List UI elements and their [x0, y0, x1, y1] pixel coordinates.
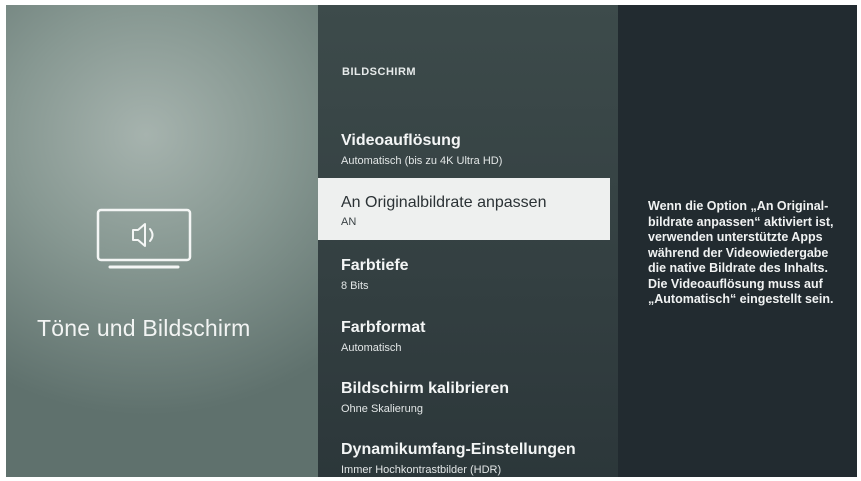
menu-header: BILDSCHIRM — [342, 66, 417, 78]
menu-item-value: AN — [341, 216, 357, 228]
menu-item-title: Dynamikumfang-Einstellungen — [341, 441, 576, 458]
info-description: Wenn die Option „An Original- bildrate a… — [648, 199, 853, 308]
info-line: bildrate anpassen“ aktiviert ist, — [648, 214, 834, 229]
menu-item-title: Videoauflösung — [341, 132, 461, 149]
category-panel: Töne und Bildschirm — [6, 5, 318, 477]
settings-menu: BILDSCHIRM Videoauflösung Automatisch (b… — [318, 5, 618, 477]
menu-item-value: Automatisch — [341, 342, 402, 354]
menu-item-bildschirm-kalibrieren[interactable]: Bildschirm kalibrieren Ohne Skalierung — [318, 369, 610, 429]
menu-item-videoaufloesung[interactable]: Videoauflösung Automatisch (bis zu 4K Ul… — [318, 121, 610, 181]
info-line: verwenden unterstützte Apps — [648, 230, 823, 244]
menu-item-dynamikumfang[interactable]: Dynamikumfang-Einstellungen Immer Hochko… — [318, 430, 610, 477]
info-line: während der Videowiedergabe — [648, 245, 829, 260]
menu-item-originalbildrate[interactable]: An Originalbildrate anpassen AN — [318, 178, 610, 240]
tv-screen: Töne und Bildschirm BILDSCHIRM Videoaufl… — [6, 5, 857, 477]
info-line: „Automatisch“ eingestellt sein. — [648, 292, 834, 306]
menu-item-farbtiefe[interactable]: Farbtiefe 8 Bits — [318, 246, 610, 306]
menu-item-title: Farbformat — [341, 319, 426, 336]
tv-speaker-icon — [96, 208, 192, 269]
menu-item-value: Automatisch (bis zu 4K Ultra HD) — [341, 155, 503, 167]
menu-item-value: Ohne Skalierung — [341, 403, 423, 415]
info-panel: Wenn die Option „An Original- bildrate a… — [618, 5, 857, 477]
menu-item-farbformat[interactable]: Farbformat Automatisch — [318, 308, 610, 368]
menu-item-title: Bildschirm kalibrieren — [341, 380, 510, 397]
info-line: Wenn die Option „An Original- — [648, 199, 829, 213]
info-line: Die Videoauflösung muss auf — [648, 276, 823, 291]
menu-item-value: Immer Hochkontrastbilder (HDR) — [341, 464, 502, 476]
info-line: die native Bildrate des Inhalts. — [648, 261, 828, 275]
menu-item-title: An Originalbildrate anpassen — [341, 194, 547, 211]
menu-item-value: 8 Bits — [341, 280, 369, 292]
menu-item-title: Farbtiefe — [341, 257, 409, 274]
section-title: Töne und Bildschirm — [37, 315, 251, 341]
